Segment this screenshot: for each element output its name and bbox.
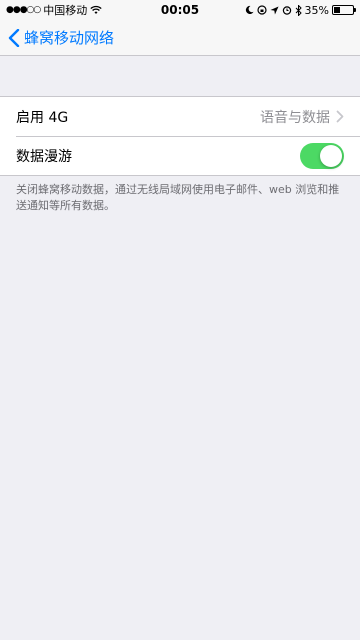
wifi-icon [90, 5, 102, 14]
enable-4g-detail: 语音与数据 [260, 107, 344, 127]
footer-note: 关闭蜂窝移动数据，通过无线局域网使用电子邮件、web 浏览和推送通知等所有数据。 [16, 183, 340, 212]
status-bar: ●●●○○ 中国移动 00:05 35% [0, 0, 360, 20]
chevron-right-icon [336, 110, 344, 123]
status-right: 35% [245, 3, 356, 17]
enable-4g-value: 语音与数据 [260, 109, 330, 126]
back-label: 蜂窝移动网络 [24, 29, 115, 47]
moon-icon [245, 5, 254, 15]
settings-group: 启用 4G 语音与数据 数据漫游 [0, 96, 360, 176]
data-roaming-row: 数据漫游 [16, 136, 360, 175]
battery-fill [334, 7, 341, 13]
bluetooth-icon [295, 4, 302, 16]
enable-4g-label: 启用 4G [16, 109, 69, 126]
navigation-bar: 蜂窝移动网络 [0, 20, 360, 56]
location-icon [269, 5, 279, 15]
chevron-left-icon [8, 28, 20, 47]
status-left: ●●●○○ 中国移动 [6, 2, 102, 18]
data-roaming-label: 数据漫游 [16, 149, 72, 165]
carrier-label: 中国移动 [43, 4, 88, 17]
data-roaming-toggle[interactable] [300, 143, 344, 169]
orientation-lock-icon [256, 5, 267, 15]
battery-icon [332, 5, 356, 15]
enable-4g-row[interactable]: 启用 4G 语音与数据 [0, 97, 360, 136]
back-button[interactable]: 蜂窝移动网络 [8, 27, 114, 48]
toggle-knob [320, 145, 342, 167]
alarm-icon [282, 6, 291, 15]
signal-dots-icon: ●●●○○ [6, 5, 41, 15]
battery-percent: 35% [304, 3, 329, 17]
